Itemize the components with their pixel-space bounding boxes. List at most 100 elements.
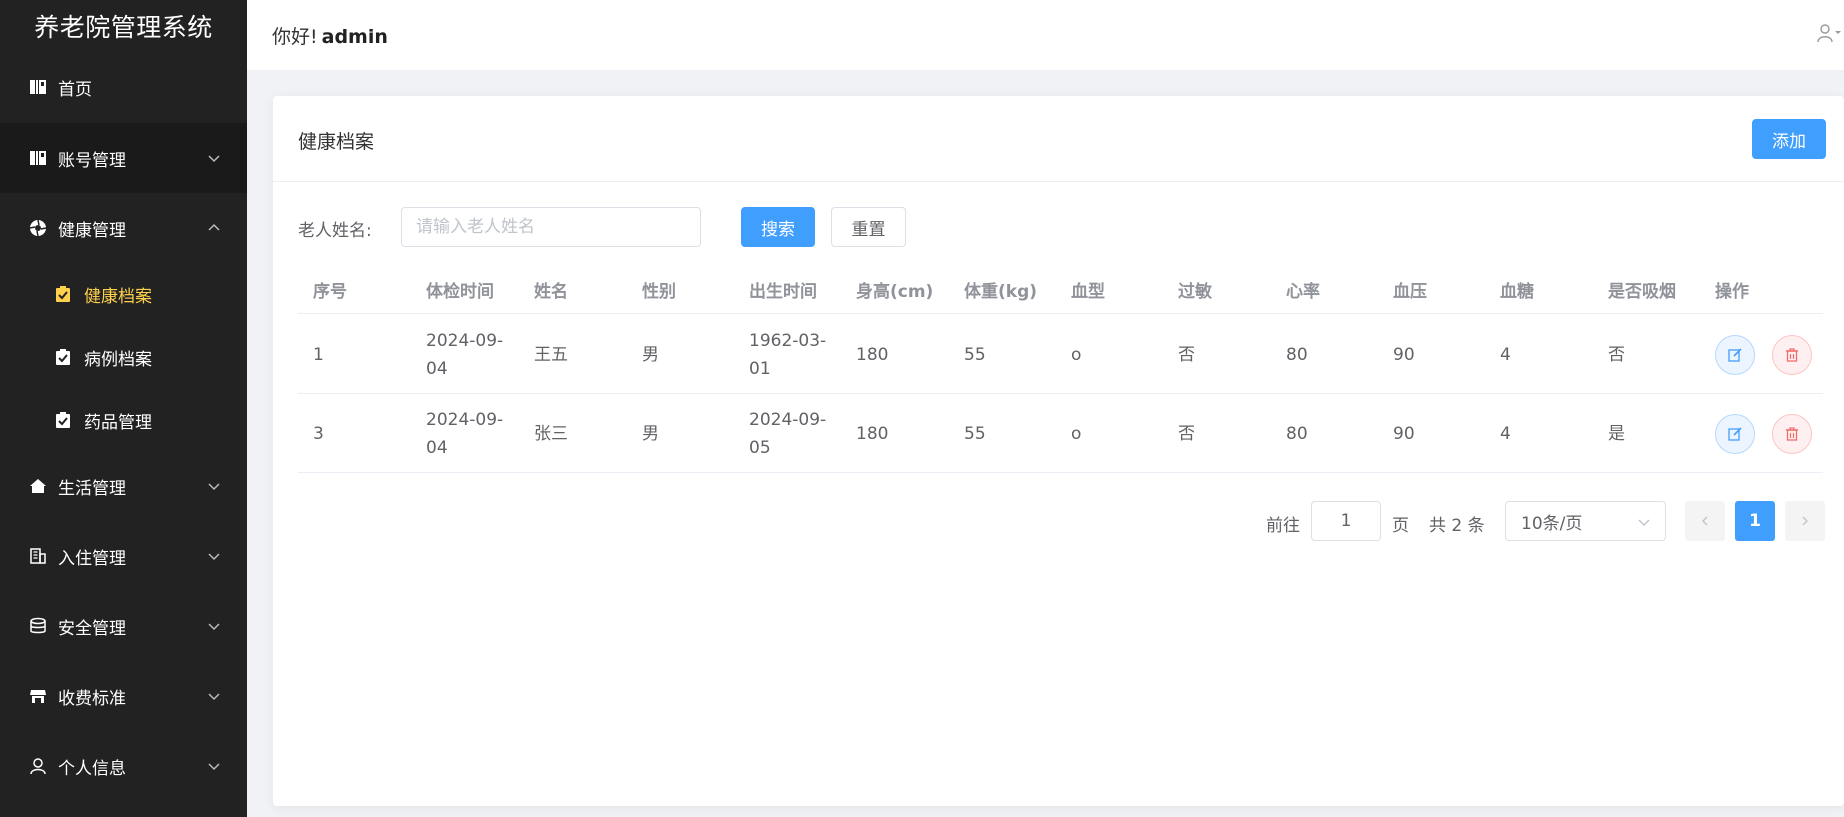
delete-button[interactable] bbox=[1772, 335, 1812, 375]
cell-allergy: 否 bbox=[1178, 344, 1195, 365]
search-input[interactable] bbox=[401, 207, 701, 247]
checklist-icon bbox=[54, 348, 72, 366]
reset-button[interactable]: 重置 bbox=[831, 207, 906, 247]
greeting: 你好! admin bbox=[272, 22, 388, 49]
cell-smoker: 是 bbox=[1608, 423, 1625, 444]
search-button[interactable]: 搜索 bbox=[741, 207, 815, 247]
column-header: 体检时间 bbox=[426, 281, 494, 302]
pager-goto-label: 前往 bbox=[1266, 516, 1300, 536]
chevron-down-icon bbox=[1638, 519, 1650, 526]
page-size-select[interactable]: 10条/页 bbox=[1505, 501, 1666, 541]
pager-goto-input[interactable]: 1 bbox=[1311, 501, 1381, 541]
sidebar-item-label: 收费标准 bbox=[58, 688, 126, 709]
column-header: 序号 bbox=[313, 281, 347, 302]
cell-blood-pressure: 90 bbox=[1393, 423, 1415, 444]
column-header: 出生时间 bbox=[749, 281, 817, 302]
column-header: 性别 bbox=[642, 281, 676, 302]
database-icon bbox=[28, 616, 48, 636]
user-icon bbox=[28, 756, 48, 776]
sidebar-item-label: 首页 bbox=[58, 79, 92, 100]
delete-button[interactable] bbox=[1772, 414, 1812, 454]
cell-name: 王五 bbox=[534, 344, 568, 365]
sidebar-item-accounts[interactable]: 账号管理 bbox=[0, 123, 247, 193]
chevron-right-icon bbox=[1802, 516, 1808, 526]
book-icon bbox=[28, 77, 48, 97]
add-button[interactable]: 添加 bbox=[1752, 119, 1826, 159]
checklist-icon bbox=[54, 411, 72, 429]
edit-button[interactable] bbox=[1715, 335, 1755, 375]
app-title: 养老院管理系统 bbox=[34, 13, 213, 42]
column-header: 心率 bbox=[1286, 281, 1320, 302]
cell-blood-type: o bbox=[1071, 423, 1082, 444]
cell-blood-type: o bbox=[1071, 344, 1082, 365]
table-header: 序号 体检时间 姓名 性别 出生时间 身高(cm) 体重(kg) 血型 过敏 心… bbox=[298, 264, 1823, 314]
aperture-icon bbox=[28, 218, 48, 238]
sidebar-item-label: 健康管理 bbox=[58, 220, 126, 241]
page-number-button[interactable]: 1 bbox=[1735, 501, 1775, 541]
chevron-down-icon bbox=[208, 155, 220, 163]
edit-button[interactable] bbox=[1715, 414, 1755, 454]
prev-page-button[interactable] bbox=[1685, 501, 1725, 541]
sidebar-subitem-label: 健康档案 bbox=[84, 286, 152, 307]
cell-heart-rate: 80 bbox=[1286, 344, 1308, 365]
health-records-card: 健康档案 添加 老人姓名: 搜索 重置 序号 体检时间 姓名 性别 出生时间 身… bbox=[273, 96, 1844, 806]
sidebar-item-label: 入住管理 bbox=[58, 548, 126, 569]
sidebar: 养老院管理系统 首页 账号管理 健康管理 健康档案 病例档案 药品管理 生活管理… bbox=[0, 0, 247, 817]
shop-icon bbox=[28, 686, 48, 706]
sidebar-subitem-health-records[interactable]: 健康档案 bbox=[0, 263, 247, 325]
column-header: 姓名 bbox=[534, 281, 568, 302]
sidebar-item-label: 安全管理 bbox=[58, 618, 126, 639]
cell-blood-pressure: 90 bbox=[1393, 344, 1415, 365]
cell-smoker: 否 bbox=[1608, 344, 1625, 365]
cell-birth: 2024-09-05 bbox=[749, 409, 827, 458]
cell-weight: 55 bbox=[964, 423, 986, 444]
cell-blood-sugar: 4 bbox=[1500, 423, 1511, 444]
chevron-left-icon bbox=[1702, 516, 1708, 526]
chevron-up-icon bbox=[208, 223, 220, 231]
sidebar-item-health[interactable]: 健康管理 bbox=[0, 193, 247, 263]
cell-id: 1 bbox=[313, 344, 324, 365]
checklist-icon bbox=[54, 285, 72, 303]
cell-check-date: 2024-09-04 bbox=[426, 330, 504, 379]
column-header: 血型 bbox=[1071, 281, 1105, 302]
table-row: 3 2024-09-04 张三 男 2024-09-05 180 55 o 否 … bbox=[298, 394, 1823, 473]
column-header: 是否吸烟 bbox=[1608, 281, 1676, 302]
top-header: 你好! admin bbox=[247, 0, 1844, 70]
sidebar-item-profile[interactable]: 个人信息 bbox=[0, 731, 247, 801]
chevron-down-icon bbox=[208, 623, 220, 631]
chevron-down-icon bbox=[208, 483, 220, 491]
sidebar-item-life[interactable]: 生活管理 bbox=[0, 451, 247, 521]
username: admin bbox=[321, 25, 388, 48]
column-header: 身高(cm) bbox=[856, 281, 934, 302]
sidebar-item-checkin[interactable]: 入住管理 bbox=[0, 521, 247, 591]
cell-id: 3 bbox=[313, 423, 324, 444]
pager-total: 共 2 条 bbox=[1429, 516, 1485, 536]
chevron-down-icon bbox=[208, 693, 220, 701]
office-building-icon bbox=[28, 546, 48, 566]
next-page-button[interactable] bbox=[1785, 501, 1825, 541]
cell-height: 180 bbox=[856, 344, 889, 365]
column-header: 血糖 bbox=[1500, 281, 1534, 302]
greeting-text: 你好! bbox=[272, 25, 318, 48]
trash-icon bbox=[1786, 427, 1798, 441]
edit-icon bbox=[1728, 348, 1742, 362]
cell-weight: 55 bbox=[964, 344, 986, 365]
search-label: 老人姓名: bbox=[298, 221, 372, 241]
trash-icon bbox=[1786, 348, 1798, 362]
sidebar-item-security[interactable]: 安全管理 bbox=[0, 591, 247, 661]
sidebar-subitem-label: 药品管理 bbox=[84, 412, 152, 433]
pager-page-unit: 页 bbox=[1392, 516, 1409, 536]
sidebar-subitem-medicine[interactable]: 药品管理 bbox=[0, 389, 247, 451]
sidebar-item-label: 个人信息 bbox=[58, 758, 126, 779]
user-avatar-icon[interactable] bbox=[1816, 22, 1842, 44]
sidebar-item-home[interactable]: 首页 bbox=[0, 52, 247, 122]
sidebar-item-fees[interactable]: 收费标准 bbox=[0, 661, 247, 731]
sidebar-item-label: 生活管理 bbox=[58, 478, 126, 499]
cell-check-date: 2024-09-04 bbox=[426, 409, 504, 458]
column-header: 操作 bbox=[1715, 281, 1749, 302]
cell-heart-rate: 80 bbox=[1286, 423, 1308, 444]
cell-birth: 1962-03-01 bbox=[749, 330, 827, 379]
chevron-down-icon bbox=[208, 553, 220, 561]
sidebar-subitem-case-records[interactable]: 病例档案 bbox=[0, 326, 247, 388]
book-icon bbox=[28, 148, 48, 168]
